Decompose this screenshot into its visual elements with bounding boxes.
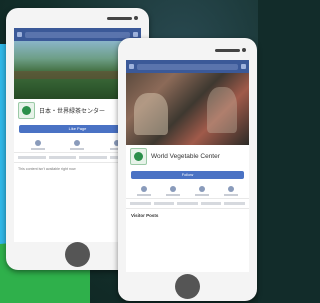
logo-mark xyxy=(22,106,31,115)
tab-home[interactable] xyxy=(18,156,46,159)
action-message[interactable] xyxy=(70,140,85,150)
call-label xyxy=(30,148,45,150)
action-like[interactable] xyxy=(137,186,152,196)
page-logo xyxy=(18,102,35,119)
page-header: World Vegetable Center xyxy=(126,145,249,168)
page-tabs xyxy=(126,198,249,209)
menu-icon[interactable] xyxy=(241,64,246,69)
section-heading: Visitor Posts xyxy=(131,213,159,218)
page-title: World Vegetable Center xyxy=(151,153,220,160)
tab-home[interactable] xyxy=(130,202,151,205)
cover-photo xyxy=(126,73,249,145)
speaker xyxy=(107,17,132,20)
menu-icon[interactable] xyxy=(133,32,138,37)
facebook-top-bar xyxy=(14,28,141,41)
message-icon xyxy=(198,186,205,192)
home-button[interactable] xyxy=(175,274,200,299)
action-more[interactable] xyxy=(223,186,238,196)
share-icon xyxy=(170,186,177,192)
tab-events[interactable] xyxy=(177,202,198,205)
logo-mark xyxy=(134,152,143,161)
phone-right: World Vegetable Center Follow Visitor Po… xyxy=(118,38,257,301)
tab-more[interactable] xyxy=(224,202,245,205)
camera-icon xyxy=(134,16,138,20)
action-share[interactable] xyxy=(166,186,181,196)
action-call[interactable] xyxy=(30,140,45,150)
page-logo xyxy=(130,148,147,165)
message-label xyxy=(70,148,85,150)
action-message[interactable] xyxy=(194,186,209,196)
message-icon xyxy=(74,140,81,146)
tab-about[interactable] xyxy=(48,156,76,159)
page-title: 日本・世界緑茶センター xyxy=(39,109,106,115)
tab-photos[interactable] xyxy=(79,156,107,159)
screen-right: World Vegetable Center Follow Visitor Po… xyxy=(126,60,249,272)
like-icon xyxy=(141,186,148,192)
search-input[interactable] xyxy=(25,31,130,38)
message-label xyxy=(194,194,209,196)
share-label xyxy=(166,194,181,196)
home-button[interactable] xyxy=(65,242,90,267)
like-label xyxy=(137,194,152,196)
tab-photos[interactable] xyxy=(200,202,222,205)
search-input[interactable] xyxy=(137,63,238,70)
camera-icon xyxy=(242,48,246,52)
call-icon xyxy=(34,140,41,146)
follow-button[interactable]: Follow xyxy=(131,171,244,179)
facebook-top-bar xyxy=(126,60,249,73)
more-label xyxy=(223,194,238,196)
back-icon[interactable] xyxy=(129,64,134,69)
action-row xyxy=(126,182,249,198)
speaker xyxy=(215,49,240,52)
back-icon[interactable] xyxy=(17,32,22,37)
tab-about[interactable] xyxy=(153,202,175,205)
more-icon xyxy=(227,186,234,192)
